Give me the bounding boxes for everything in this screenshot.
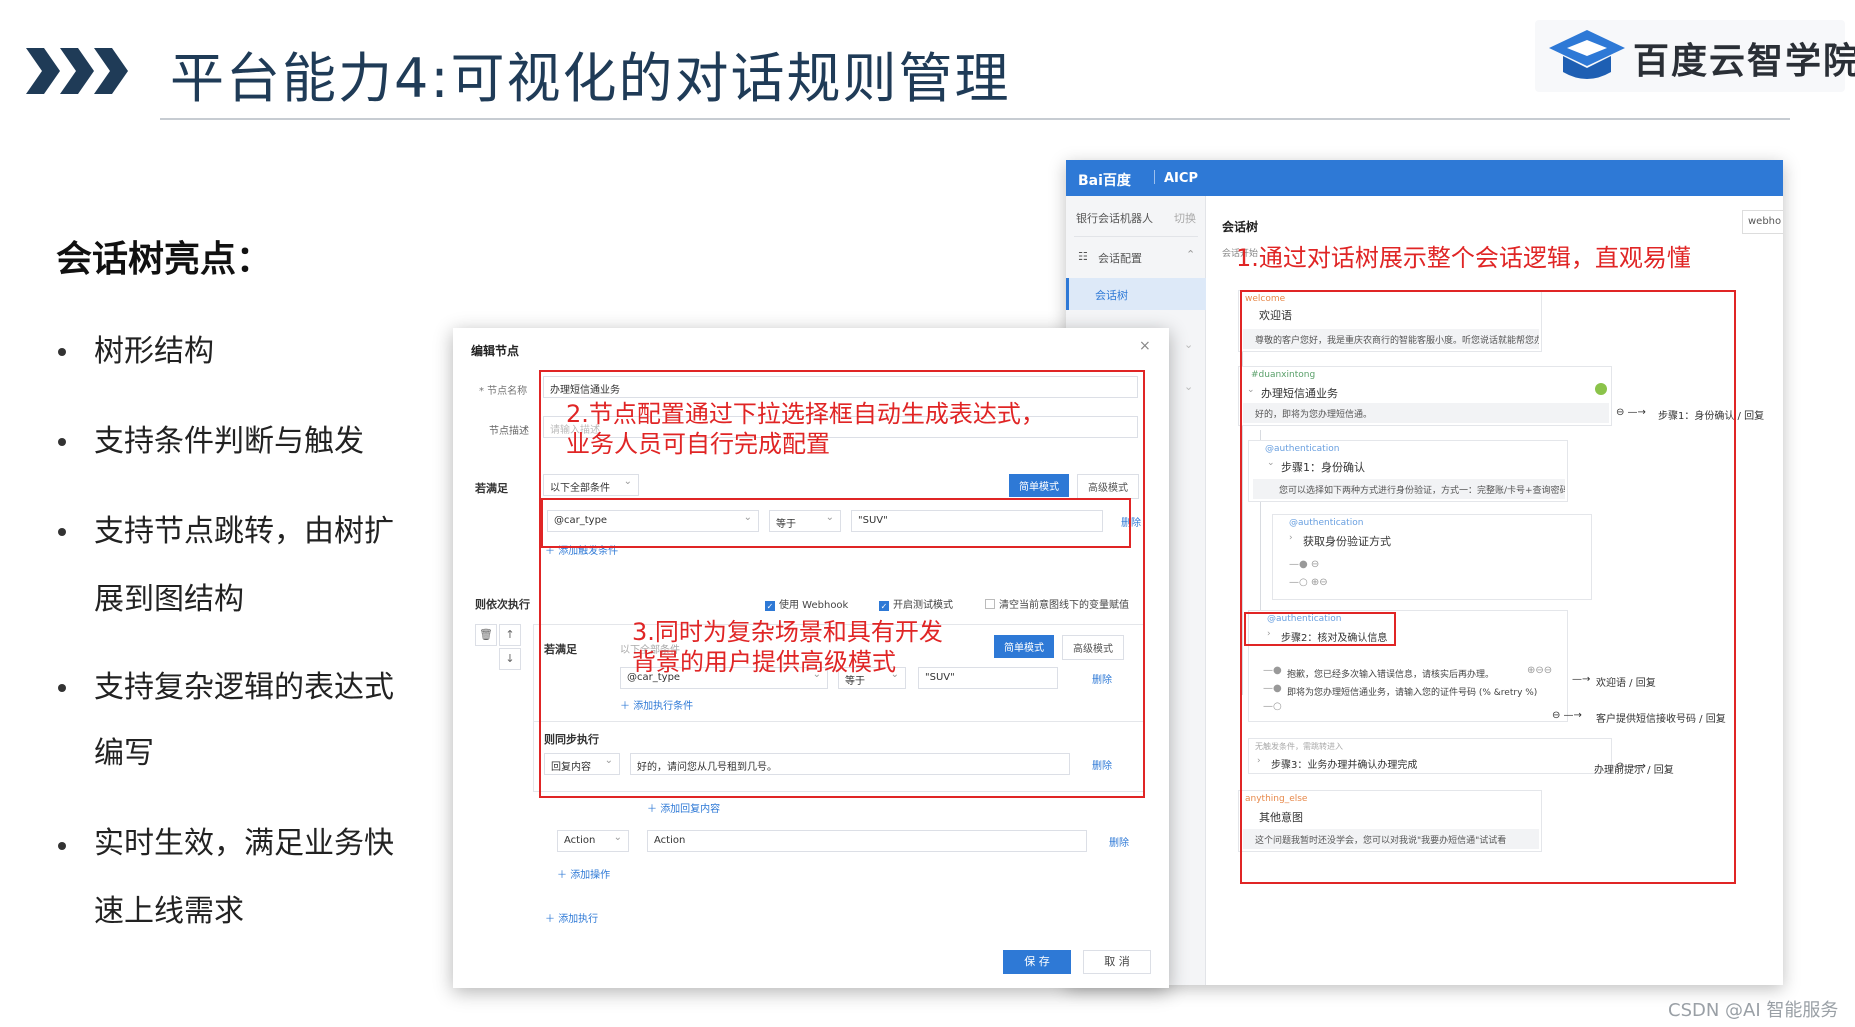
aicp-window: Bai百度 AICP 银行会话机器人 切换 ☷ 会话配置 ⌃ 会话树 ⌄ ⌄ 会… — [1066, 160, 1783, 985]
sidebar-section-config[interactable]: 会话配置 — [1098, 250, 1142, 266]
bot-name: 银行会话机器人 — [1076, 212, 1153, 225]
bullet-dot — [58, 528, 66, 536]
slide-title: 平台能力4:可视化的对话规则管理 — [170, 47, 1011, 110]
bullet-text-cont: 速上线需求 — [94, 894, 244, 929]
bullet-dot — [58, 684, 66, 692]
highlight-step2 — [1244, 612, 1396, 646]
plus-icon: ＋ — [647, 804, 661, 815]
product-name: AICP — [1164, 171, 1198, 186]
add-reply-link[interactable]: ＋ 添加回复内容 — [647, 800, 720, 815]
then-label: 则依次执行 — [475, 598, 530, 611]
bullet-dot — [58, 348, 66, 356]
bullet-text-cont: 编写 — [94, 736, 154, 771]
highlight-condition — [541, 498, 1131, 548]
bullet-dot — [58, 438, 66, 446]
close-icon[interactable]: × — [1139, 338, 1151, 354]
arrow-down-icon[interactable]: ↓ — [499, 648, 521, 670]
save-button[interactable]: 保 存 — [1003, 950, 1071, 974]
graduation-cap-icon — [1549, 30, 1625, 79]
add-action-link[interactable]: ＋ 添加操作 — [557, 866, 610, 881]
arrow-up-icon[interactable]: ↑ — [499, 624, 521, 646]
add-action-label: 添加操作 — [570, 870, 611, 881]
plus-icon: ＋ — [545, 914, 559, 925]
if-label: 若满足 — [475, 482, 508, 495]
bullet-text-cont: 展到图结构 — [94, 582, 244, 617]
bullet-text: 树形结构 — [94, 334, 214, 369]
config-icon: ☷ — [1078, 250, 1088, 263]
chevron-up-icon[interactable]: ⌃ — [1186, 248, 1195, 261]
delete-action-link[interactable]: 删除 — [1109, 834, 1129, 849]
tree-title: 会话树 — [1222, 220, 1259, 234]
topbar-divider — [1154, 170, 1155, 184]
bullet-text: 支持复杂逻辑的表达式 — [94, 670, 394, 705]
bullet-text: 支持节点跳转，由树扩 — [94, 514, 394, 549]
chevron-icon: ⌄ — [1184, 338, 1194, 351]
logo-text: 百度云智学院 — [1633, 41, 1855, 82]
plus-icon: ＋ — [557, 870, 571, 881]
trash-icon[interactable]: 🗑 — [475, 624, 497, 646]
cancel-button[interactable]: 取 消 — [1083, 950, 1151, 974]
add-exec-label: 添加执行 — [558, 914, 599, 925]
name-label: * 节点名称 — [479, 386, 528, 397]
annotation-2b: 业务人员可自行完成配置 — [566, 430, 830, 458]
bullet-text: 实时生效，满足业务快 — [94, 826, 394, 861]
sidebar-item-tree[interactable]: 会话树 — [1066, 278, 1206, 310]
dialog-title: 编辑节点 — [471, 344, 520, 358]
chevron-icon: ⌄ — [1184, 380, 1194, 393]
chevrons-icon — [26, 48, 128, 94]
baidu-logo: Bai百度 — [1078, 173, 1131, 189]
sidebar-divider — [1074, 236, 1198, 237]
slide: 平台能力4:可视化的对话规则管理 百度云智学院 会话树亮点： 树形结构 支持条件… — [0, 0, 1855, 1027]
add-reply-label: 添加回复内容 — [660, 804, 721, 815]
sidebar-item-label: 会话树 — [1095, 289, 1128, 302]
highlight-tree — [1240, 290, 1736, 884]
title-divider — [160, 118, 1790, 120]
action-type-select[interactable]: Action — [557, 830, 629, 852]
bullet-text: 支持条件判断与触发 — [94, 424, 364, 459]
app-topbar: Bai百度 AICP — [1066, 160, 1783, 196]
annotation-1: 1.通过对话树展示整个会话逻辑，直观易懂 — [1236, 244, 1691, 272]
highlights-heading: 会话树亮点： — [56, 239, 273, 280]
switch-link[interactable]: 切换 — [1174, 210, 1196, 226]
annotation-3b: 背景的用户提供高级模式 — [632, 648, 896, 676]
desc-label: 节点描述 — [489, 426, 529, 437]
bullet-dot — [58, 842, 66, 850]
search-input[interactable]: webho — [1742, 210, 1783, 234]
footer-watermark: CSDN @AI 智能服务 — [1668, 1000, 1839, 1021]
action-input[interactable]: Action — [647, 830, 1087, 852]
add-exec-link[interactable]: ＋ 添加执行 — [545, 910, 598, 925]
